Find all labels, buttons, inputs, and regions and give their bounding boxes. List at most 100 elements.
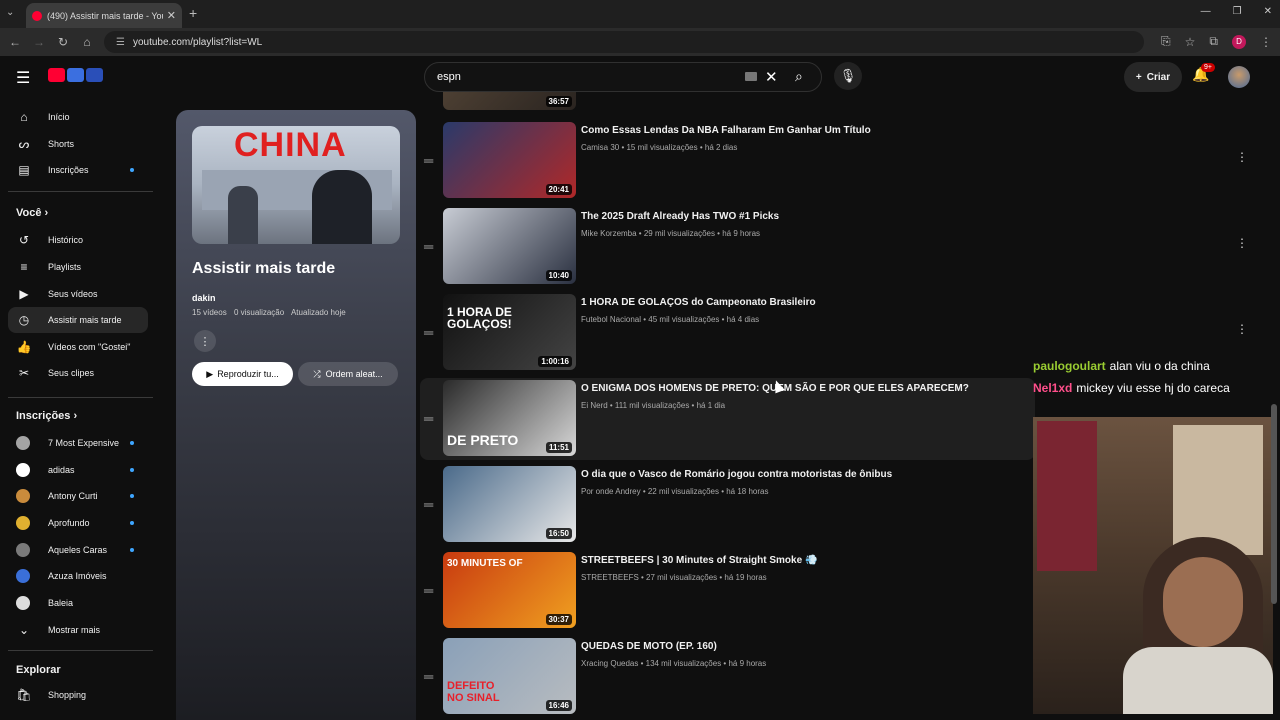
voice-search-icon[interactable]: 🎙 [834, 62, 862, 90]
clear-search-icon[interactable]: ✕ [765, 68, 778, 86]
sidebar-item-liked-videos[interactable]: 👍 Vídeos com "Gostei" [8, 334, 148, 360]
sidebar-channel[interactable]: adidas [8, 457, 148, 483]
drag-handle-icon[interactable]: ═ [424, 153, 433, 168]
browser-tab[interactable]: (490) Assistir mais tarde - YouTube ✕ [26, 3, 182, 28]
playlist-more-icon[interactable]: ⋮ [194, 330, 216, 352]
playlist-owner[interactable]: dakin [192, 293, 216, 303]
playlist-video-row[interactable]: ═ 10:40 The 2025 Draft Already Has TWO #… [420, 206, 1260, 288]
drag-handle-icon[interactable]: ═ [424, 583, 433, 598]
more-actions-icon[interactable]: ⋮ [1236, 236, 1248, 250]
video-duration: 11:51 [545, 442, 572, 453]
playlist-thumbnail[interactable]: CHINA [192, 126, 400, 244]
sidebar-item-playlists[interactable]: ≡ Playlists [8, 254, 148, 280]
search-icon[interactable]: ⌕ [795, 68, 803, 85]
video-thumbnail[interactable]: DE PRETO 11:51 [443, 380, 576, 456]
restore-icon[interactable]: ❐ [1233, 6, 1242, 17]
video-title[interactable]: O dia que o Vasco de Romário jogou contr… [581, 469, 892, 480]
thumbnail-caption: CHINA [234, 126, 347, 164]
video-thumbnail[interactable]: 16:50 [443, 466, 576, 542]
page-scrollbar[interactable] [1271, 404, 1277, 604]
video-title[interactable]: STREETBEEFS | 30 Minutes of Straight Smo… [581, 555, 817, 566]
more-actions-icon[interactable]: ⋮ [1236, 322, 1248, 336]
notifications-bell-icon[interactable]: 🔔 9+ [1192, 63, 1215, 83]
channel-name: Aprofundo [48, 518, 90, 528]
video-thumbnail[interactable]: 1 HORA DE GOLAÇOS! 1:00:16 [443, 294, 576, 370]
close-window-icon[interactable]: ✕ [1264, 6, 1272, 17]
video-title[interactable]: 1 HORA DE GOLAÇOS do Campeonato Brasilei… [581, 297, 816, 308]
streamer-webcam [1033, 417, 1273, 714]
more-actions-icon[interactable]: ⋮ [1236, 150, 1248, 164]
extensions-icon[interactable]: ⧉ [1209, 34, 1218, 49]
reload-icon[interactable]: ↻ [51, 35, 75, 49]
account-avatar[interactable] [1228, 66, 1250, 88]
video-duration: 16:46 [545, 700, 572, 711]
site-info-icon[interactable]: ☰ [116, 37, 125, 48]
video-title[interactable]: The 2025 Draft Already Has TWO #1 Picks [581, 211, 779, 222]
subscriptions-icon: ▤ [18, 163, 30, 177]
sidebar-item-seus-videos[interactable]: ▶ Seus vídeos [8, 281, 148, 307]
drag-handle-icon[interactable]: ═ [424, 411, 433, 426]
play-all-button[interactable]: ▶ Reproduzir tu... [192, 362, 293, 386]
sidebar-item-historico[interactable]: ↺ Histórico [8, 227, 148, 253]
drag-handle-icon[interactable]: ═ [424, 239, 433, 254]
browser-profile-avatar[interactable]: D [1232, 34, 1246, 49]
video-meta: Futebol Nacional • 45 mil visualizações … [581, 315, 760, 324]
sidebar-item-inicio[interactable]: ⌂ Início [8, 104, 148, 130]
video-thumbnail[interactable]: DEFEITO NO SINAL 16:46 [443, 638, 576, 714]
streamer-face [1163, 557, 1243, 647]
channel-name: Baleia [48, 598, 74, 608]
shuffle-button[interactable]: ⤮ Ordem aleat... [298, 362, 398, 386]
bookmark-star-icon[interactable]: ☆ [1185, 35, 1196, 49]
chat-message: Nel1xd mickey viu esse hj do careca [1033, 377, 1278, 399]
home-browser-icon[interactable]: ⌂ [75, 35, 99, 49]
sidebar-item-watch-later[interactable]: ◷ Assistir mais tarde [8, 307, 148, 333]
sidebar-item-shopping[interactable]: 🛍 Shopping [8, 682, 148, 708]
drag-handle-icon[interactable]: ═ [424, 669, 433, 684]
video-title[interactable]: QUEDAS DE MOTO (EP. 160) [581, 641, 717, 652]
create-button[interactable]: + Criar [1124, 62, 1182, 92]
playlist-video-row[interactable]: 36:57 [420, 92, 1260, 114]
video-meta: STREETBEEFS • 27 mil visualizações • há … [581, 573, 767, 582]
channel-avatar [16, 543, 30, 557]
show-more-button[interactable]: ⌄ Mostrar mais [8, 617, 148, 643]
keyboard-icon[interactable] [745, 72, 757, 81]
you-section-heading[interactable]: Você › [16, 207, 48, 219]
subscriptions-section-heading[interactable]: Inscrições › [16, 410, 77, 422]
back-icon[interactable]: ← [3, 35, 27, 49]
sidebar-channel[interactable]: Antony Curti [8, 483, 148, 509]
create-label: Criar [1146, 71, 1171, 83]
stream-chat-overlay: paulogoulart alan viu o da china Nel1xd mi… [1033, 355, 1278, 399]
close-tab-icon[interactable]: ✕ [167, 9, 176, 22]
sidebar-channel[interactable]: Aqueles Caras [8, 537, 148, 563]
search-input[interactable]: espn ✕ ⌕ [424, 62, 822, 92]
address-bar[interactable]: ☰ youtube.com/playlist?list=WL [104, 31, 1144, 53]
drag-handle-icon[interactable]: ═ [424, 497, 433, 512]
sidebar-item-seus-clipes[interactable]: ✂ Seus clipes [8, 360, 148, 386]
video-thumbnail[interactable]: 36:57 [443, 92, 576, 110]
sidebar-item-shorts[interactable]: ᔕ Shorts [8, 131, 148, 157]
playlist-video-row[interactable]: ═ DE PRETO 11:51 O ENIGMA DOS HOMENS DE … [420, 378, 1035, 460]
hamburger-menu-icon[interactable]: ☰ [16, 68, 30, 88]
video-title[interactable]: Como Essas Lendas Da NBA Falharam Em Gan… [581, 125, 871, 136]
sidebar-item-inscricoes[interactable]: ▤ Inscrições [8, 157, 148, 183]
forward-icon[interactable]: → [27, 35, 51, 49]
minimize-icon[interactable]: — [1201, 6, 1211, 17]
playlist-video-row[interactable]: ═ 20:41 Como Essas Lendas Da NBA Falhara… [420, 120, 1260, 202]
tab-search-icon[interactable]: ⌄ [6, 7, 14, 18]
sidebar-channel[interactable]: Aprofundo [8, 510, 148, 536]
video-thumbnail[interactable]: 10:40 [443, 208, 576, 284]
new-tab-icon[interactable]: + [189, 5, 197, 21]
install-app-icon[interactable]: ⎘ [1161, 34, 1171, 49]
youtube-logo[interactable] [48, 68, 103, 82]
drag-handle-icon[interactable]: ═ [424, 325, 433, 340]
sidebar-channel[interactable]: Azuza Imóveis [8, 563, 148, 589]
sidebar-channel[interactable]: Baleia [8, 590, 148, 616]
video-thumbnail[interactable]: 30 MINUTES OF 30:37 [443, 552, 576, 628]
chevron-down-icon: ⌄ [18, 623, 30, 637]
channel-name: adidas [48, 465, 75, 475]
sidebar-channel[interactable]: 7 Most Expensive [8, 430, 148, 456]
video-thumbnail[interactable]: 20:41 [443, 122, 576, 198]
browser-menu-icon[interactable]: ⋮ [1260, 35, 1272, 49]
chat-username: paulogoulart [1033, 359, 1106, 373]
watch-later-icon: ◷ [18, 313, 30, 327]
